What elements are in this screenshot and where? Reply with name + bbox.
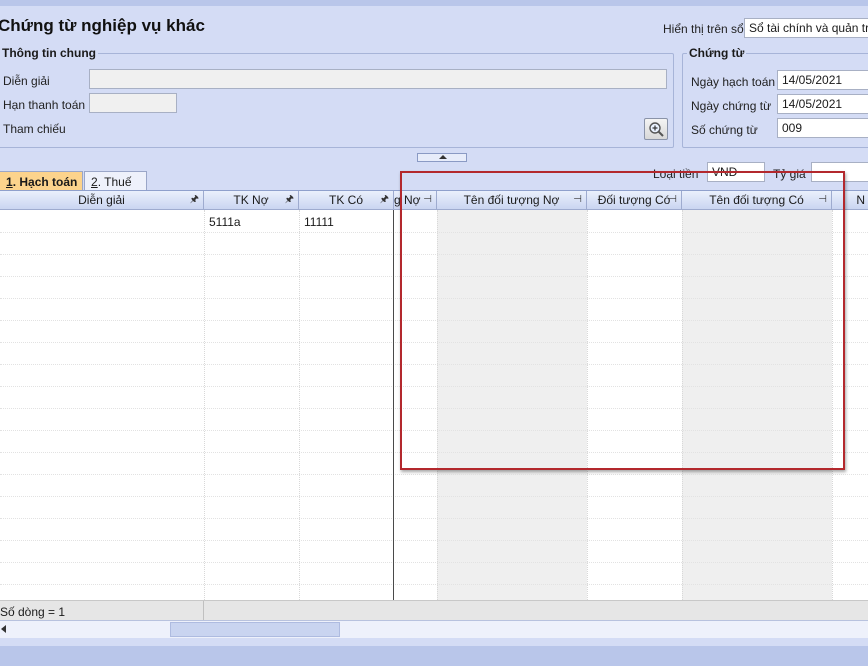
grid-row-line bbox=[0, 452, 868, 453]
col-header-credit-object-name-label: Tên đối tượng Có bbox=[709, 193, 804, 207]
credit-object-name-column-shade bbox=[682, 210, 832, 600]
grid-col-divider bbox=[682, 210, 683, 600]
due-date-input[interactable] bbox=[89, 93, 177, 113]
col-header-credit-object[interactable]: Đối tượng Có ⊣ bbox=[587, 191, 682, 210]
voucher-no-label: Số chứng từ bbox=[691, 123, 758, 137]
grid-col-divider bbox=[299, 210, 300, 600]
grid-row-line bbox=[0, 276, 868, 277]
tab-accounting-label: . Hạch toán bbox=[12, 175, 78, 189]
pin-icon[interactable]: 🖈 bbox=[285, 191, 294, 209]
grid-row-line bbox=[0, 298, 868, 299]
reference-label: Tham chiếu bbox=[3, 122, 66, 136]
col-header-description[interactable]: Diễn giải 🖈 bbox=[0, 191, 204, 210]
grid-row-line bbox=[0, 540, 868, 541]
tab-accounting[interactable]: 1. Hạch toán bbox=[0, 171, 83, 191]
exchange-rate-label: Tỷ giá bbox=[773, 167, 806, 181]
row-count-text: Số dòng = 1 bbox=[0, 605, 66, 619]
display-on-select[interactable]: Sổ tài chính và quản trị bbox=[744, 18, 868, 38]
tab-tax-number: 2 bbox=[91, 175, 98, 189]
collapse-header-button[interactable] bbox=[417, 153, 467, 162]
col-header-debit-label: TK Nợ bbox=[233, 193, 269, 207]
col-header-debit-object-label: g Nợ bbox=[394, 193, 421, 207]
scroll-left-icon[interactable] bbox=[1, 625, 6, 633]
grid-row-line bbox=[0, 518, 868, 519]
tab-tax-label: . Thuế bbox=[97, 175, 132, 189]
voucher-no-input[interactable]: 009 bbox=[777, 118, 868, 138]
pin-icon[interactable]: 🖈 bbox=[190, 191, 199, 209]
zoom-icon bbox=[649, 122, 664, 137]
grid-footer: Số dòng = 1 bbox=[0, 600, 868, 620]
grid-row-line bbox=[0, 562, 868, 563]
due-date-label: Hạn thanh toán bbox=[3, 98, 86, 112]
grid-col-divider bbox=[587, 210, 588, 600]
pin-icon[interactable]: ⊣ bbox=[818, 191, 827, 209]
accounting-grid: Diễn giải 🖈 TK Nợ 🖈 TK Có 🖈 g Nợ ⊣ Tên đối t… bbox=[0, 190, 868, 620]
pin-icon[interactable]: 🖈 bbox=[380, 191, 389, 209]
grid-row-line bbox=[0, 474, 868, 475]
col-header-credit-label: TK Có bbox=[328, 193, 363, 207]
description-input[interactable] bbox=[89, 69, 667, 89]
grid-row-line bbox=[0, 232, 868, 233]
voucher-date-input[interactable]: 14/05/2021 bbox=[777, 94, 868, 114]
grid-col-divider bbox=[832, 210, 833, 600]
scrollbar-thumb[interactable] bbox=[170, 622, 340, 637]
grid-col-divider bbox=[204, 210, 205, 600]
grid-row-line bbox=[0, 584, 868, 585]
pin-icon[interactable]: ⊣ bbox=[423, 191, 432, 209]
collapse-arrow-icon bbox=[439, 155, 447, 159]
grid-row-line bbox=[0, 386, 868, 387]
grid-row-line bbox=[0, 364, 868, 365]
posting-date-label: Ngày hạch toán bbox=[691, 75, 776, 89]
posting-date-input[interactable]: 14/05/2021 bbox=[777, 70, 868, 90]
grid-col-divider bbox=[437, 210, 438, 600]
grid-row-line bbox=[0, 342, 868, 343]
display-on-label: Hiển thị trên sổ bbox=[663, 22, 744, 36]
frozen-column-divider bbox=[393, 210, 394, 620]
tab-accounting-number: 1 bbox=[6, 175, 13, 189]
reference-zoom-button[interactable] bbox=[644, 118, 668, 140]
col-header-credit-object-name[interactable]: Tên đối tượng Có ⊣ bbox=[682, 191, 832, 210]
bottom-bar bbox=[0, 646, 868, 666]
col-header-next[interactable]: N bbox=[832, 191, 868, 210]
col-header-credit-account[interactable]: TK Có 🖈 bbox=[299, 191, 394, 210]
col-header-debit-object-name-label: Tên đối tượng Nợ bbox=[463, 193, 560, 207]
currency-select[interactable]: VND bbox=[707, 162, 765, 182]
col-header-debit-account[interactable]: TK Nợ 🖈 bbox=[204, 191, 299, 210]
general-info-title: Thông tin chung bbox=[0, 46, 98, 60]
description-label: Diễn giải bbox=[3, 74, 50, 88]
window-top-strip bbox=[0, 0, 868, 6]
pin-icon[interactable]: ⊣ bbox=[668, 191, 677, 209]
horizontal-scrollbar[interactable] bbox=[0, 620, 868, 638]
grid-row-line bbox=[0, 254, 868, 255]
exchange-rate-input[interactable] bbox=[811, 162, 868, 182]
voucher-group-title: Chứng từ bbox=[687, 46, 747, 60]
row-debit-account-cell[interactable]: 5111a bbox=[209, 215, 241, 229]
pin-icon[interactable]: ⊣ bbox=[573, 191, 582, 209]
col-header-next-label: N bbox=[856, 193, 865, 207]
grid-row-line bbox=[0, 430, 868, 431]
grid-row-line bbox=[0, 320, 868, 321]
grid-row-line bbox=[0, 496, 868, 497]
col-header-description-label: Diễn giải bbox=[78, 193, 125, 207]
tab-tax[interactable]: 2. Thuế bbox=[84, 171, 147, 191]
row-credit-account-cell[interactable]: 11111 bbox=[304, 215, 334, 229]
grid-row-line bbox=[0, 408, 868, 409]
voucher-date-label: Ngày chứng từ bbox=[691, 99, 772, 113]
col-header-debit-object-name[interactable]: Tên đối tượng Nợ ⊣ bbox=[437, 191, 587, 210]
col-header-debit-object[interactable]: g Nợ ⊣ bbox=[394, 191, 437, 210]
currency-label: Loại tiền bbox=[653, 167, 699, 181]
col-header-credit-object-label: Đối tượng Có bbox=[597, 193, 671, 207]
form-title: Chứng từ nghiệp vụ khác bbox=[0, 16, 205, 35]
debit-object-name-column-shade bbox=[437, 210, 587, 600]
footer-divider bbox=[203, 601, 204, 620]
